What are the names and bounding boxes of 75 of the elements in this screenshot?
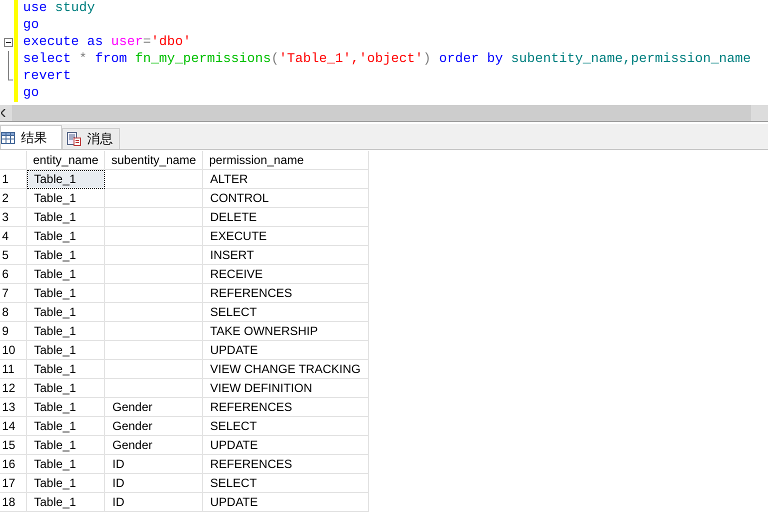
table-cell[interactable]: DELETE	[202, 208, 368, 226]
table-cell[interactable]: Table_1	[26, 170, 105, 188]
row-number[interactable]: 17	[0, 474, 26, 492]
table-cell[interactable]: REFERENCES	[202, 398, 368, 416]
table-cell[interactable]: Table_1	[26, 416, 105, 436]
row-number[interactable]: 5	[0, 246, 26, 264]
code-line: execute as user='dbo'	[22, 34, 191, 51]
table-cell[interactable]: Table_1	[26, 340, 105, 360]
table-cell[interactable]: CONTROL	[202, 188, 368, 208]
table-cell[interactable]: UPDATE	[202, 492, 368, 512]
table-cell[interactable]: Table_1	[26, 188, 105, 208]
code-line: go	[22, 85, 39, 102]
table-cell[interactable]: EXECUTE	[202, 226, 368, 246]
table-cell[interactable]: Gender	[104, 436, 203, 454]
table-cell[interactable]: Table_1	[26, 264, 105, 284]
table-cell[interactable]: REFERENCES	[202, 284, 368, 302]
row-number[interactable]: 10	[0, 340, 26, 360]
table-cell[interactable]: Table_1	[26, 302, 105, 322]
row-number[interactable]: 15	[0, 436, 26, 454]
row-number[interactable]: 12	[0, 378, 26, 398]
row-number[interactable]: 18	[0, 492, 26, 512]
table-cell[interactable]: ALTER	[202, 170, 368, 188]
table-cell[interactable]: UPDATE	[202, 340, 368, 360]
results-tab[interactable]: 结果	[0, 125, 62, 149]
code-line: go	[22, 17, 39, 34]
row-number[interactable]: 13	[0, 398, 26, 416]
row-number[interactable]: 16	[0, 454, 26, 474]
table-cell[interactable]: ID	[104, 492, 203, 512]
grid-icon	[1, 132, 15, 144]
table-cell[interactable]: VIEW CHANGE TRACKING	[202, 360, 368, 378]
column-header[interactable]: permission_name	[202, 151, 368, 170]
row-number[interactable]: 14	[0, 416, 26, 436]
table-cell[interactable]: VIEW DEFINITION	[202, 378, 368, 398]
table-cell[interactable]: Table_1	[26, 360, 105, 378]
row-number[interactable]: 6	[0, 264, 26, 284]
table-cell[interactable]: RECEIVE	[202, 264, 368, 284]
table-cell[interactable]: Table_1	[26, 284, 105, 302]
table-cell[interactable]: Table_1	[26, 208, 105, 226]
table-cell[interactable]: ID	[104, 474, 203, 492]
column-header[interactable]: entity_name	[26, 151, 105, 170]
row-number[interactable]: 2	[0, 188, 26, 208]
document-icon	[67, 132, 81, 146]
table-cell[interactable]: Table_1	[26, 474, 105, 492]
table-cell[interactable]: ID	[104, 454, 203, 474]
table-cell[interactable]: INSERT	[202, 246, 368, 264]
table-cell[interactable]: SELECT	[202, 474, 368, 492]
table-cell[interactable]: SELECT	[202, 416, 368, 436]
horizontal-scrollbar[interactable]	[0, 105, 768, 122]
table-cell[interactable]: Table_1	[26, 322, 105, 340]
row-number[interactable]: 4	[0, 226, 26, 246]
column-header[interactable]: subentity_name	[104, 151, 203, 170]
table-cell[interactable]: Gender	[104, 416, 203, 436]
row-number[interactable]: 9	[0, 322, 26, 340]
row-number[interactable]: 8	[0, 302, 26, 322]
scroll-left-icon[interactable]	[1, 109, 6, 117]
table-cell[interactable]: Table_1	[26, 454, 105, 474]
table-cell[interactable]: Table_1	[26, 398, 105, 416]
table-cell[interactable]: UPDATE	[202, 436, 368, 454]
table-cell[interactable]: Gender	[104, 398, 203, 416]
table-cell[interactable]: SELECT	[202, 302, 368, 322]
table-cell[interactable]: Table_1	[26, 226, 105, 246]
code-line: revert	[22, 68, 71, 85]
row-number[interactable]: 7	[0, 284, 26, 302]
table-cell[interactable]: Table_1	[26, 492, 105, 512]
table-cell[interactable]: Table_1	[26, 378, 105, 398]
collapse-icon[interactable]	[4, 38, 12, 47]
row-number[interactable]: 3	[0, 208, 26, 226]
table-cell[interactable]: REFERENCES	[202, 454, 368, 474]
code-line: select * from fn_my_permissions('Table_1','object') order by subentity_name,permission_name	[22, 51, 751, 68]
table-cell[interactable]: Table_1	[26, 246, 105, 264]
code-line: use study	[22, 0, 95, 17]
table-cell[interactable]: TAKE OWNERSHIP	[202, 322, 368, 340]
table-cell[interactable]: Table_1	[26, 436, 105, 454]
row-number[interactable]: 11	[0, 360, 26, 378]
results-tab[interactable]: 消息	[62, 128, 120, 149]
